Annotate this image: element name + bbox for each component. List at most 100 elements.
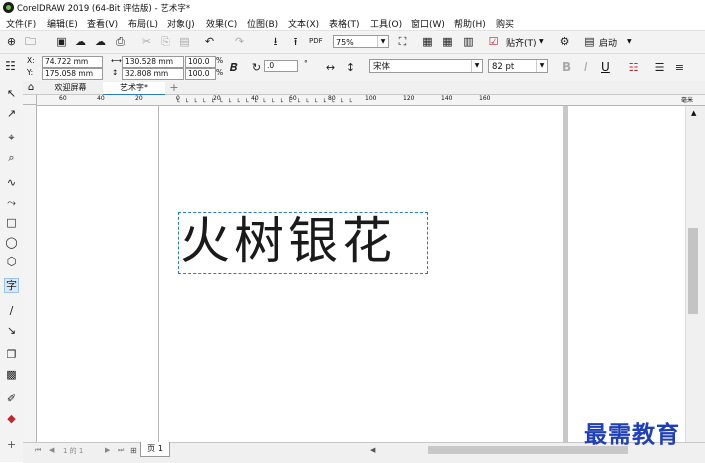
rectangle-tool-icon[interactable]: □ [4,215,19,230]
text-properties-icon[interactable]: ☷ [627,61,640,74]
menu-text[interactable]: 文本(X) [288,17,319,30]
menu-effects[interactable]: 效果(C) [206,17,237,30]
underline-button[interactable]: U [601,60,610,74]
freehand-tool-icon[interactable]: ∿ [4,175,19,190]
ruler-origin[interactable] [23,95,37,105]
transparency-tool-icon[interactable]: ▩ [4,367,19,382]
next-page-icon[interactable]: ▶ [105,446,110,454]
ruler-tick-label: 160 [479,95,491,102]
scale-y-field[interactable]: 100.0 [185,68,216,80]
vertical-ruler[interactable] [23,105,37,442]
menu-object[interactable]: 对象(J) [167,17,195,30]
parallel-dimension-tool-icon[interactable]: ∕ [4,303,19,318]
launch-chevron-down-icon[interactable]: ▼ [627,38,632,45]
save-icon[interactable]: ▣ [55,35,68,48]
zoom-level-value: 75% [336,38,354,47]
font-size-select[interactable]: 82 pt ▼ [488,59,548,73]
scroll-left-icon[interactable]: ◀ [370,446,375,454]
height-field[interactable]: 32.808 mm [122,68,184,80]
snap-to-button[interactable]: 贴齐(T) [506,36,537,49]
options-gear-icon[interactable]: ⚙ [558,35,571,48]
height-icon: ↕ [112,68,119,77]
page-tab[interactable]: 页 1 [140,442,170,457]
menu-window[interactable]: 窗口(W) [411,17,445,30]
menu-layout[interactable]: 布局(L) [128,17,158,30]
polygon-tool-icon[interactable]: ⬡ [4,254,19,269]
previous-page-icon[interactable]: ◀ [49,446,54,454]
font-family-select[interactable]: 宋体 ▼ [369,59,483,73]
object-origin-icon[interactable]: ☷ [4,60,17,73]
menu-tools[interactable]: 工具(O) [370,17,402,30]
ellipse-tool-icon[interactable]: ◯ [4,235,19,250]
show-rulers-icon[interactable]: ▦ [421,35,434,48]
export-pdf-icon[interactable]: PDF [309,35,323,48]
lock-ratio-icon[interactable]: 𝑩 [227,61,240,74]
vertical-scroll-thumb[interactable] [688,228,698,314]
tab-document[interactable]: 艺术字* [103,82,165,96]
text-tool-icon[interactable]: 字 [4,278,19,293]
chevron-down-icon[interactable]: ▼ [377,36,388,47]
launch-app-icon[interactable]: ▤ [583,35,596,48]
zoom-level-select[interactable]: 75% ▼ [333,35,389,48]
new-document-icon[interactable]: ⊕ [5,35,18,48]
menu-bitmap[interactable]: 位图(B) [247,17,278,30]
scale-x-field[interactable]: 100.0 [185,56,216,68]
full-screen-icon[interactable]: ⛶ [396,35,409,48]
crop-tool-icon[interactable]: ⌖ [4,130,19,145]
first-page-icon[interactable]: ⏮ [35,446,41,455]
italic-button[interactable]: I [584,60,588,74]
cloud-upload-icon[interactable]: ☁ [74,35,87,48]
scroll-up-icon[interactable]: ▲ [691,109,696,117]
copy-icon[interactable]: ⎘ [159,35,172,48]
home-icon[interactable]: ⌂ [24,82,38,94]
font-chevron-down-icon[interactable]: ▼ [471,60,482,72]
bold-button[interactable]: B [562,60,571,74]
tab-welcome-screen[interactable]: 欢迎屏幕 [40,82,101,94]
paste-icon[interactable]: ▤ [178,35,191,48]
menu-buy[interactable]: 购买 [496,17,514,30]
text-align-icon[interactable]: ≡ [673,61,686,74]
menu-edit[interactable]: 编辑(E) [47,17,78,30]
width-field[interactable]: 130.528 mm [122,56,184,68]
eyedropper-tool-icon[interactable]: ✐ [4,391,19,406]
interactive-fill-tool-icon[interactable]: ◆ [4,411,19,426]
last-page-icon[interactable]: ⏭ [118,446,124,455]
new-tab-button[interactable]: + [168,82,180,94]
x-position-field[interactable]: 74.722 mm [42,56,103,68]
menu-file[interactable]: 文件(F) [6,17,36,30]
mirror-horizontal-icon[interactable]: ↔ [324,61,337,74]
artistic-text[interactable]: 火树银花 [180,210,396,272]
print-icon[interactable]: ⎙ [114,35,127,48]
horizontal-ruler[interactable]: 60 40 20 0 20 40 60 80 100 120 140 160 └… [37,95,705,106]
bullet-list-icon[interactable]: ☰ [653,61,666,74]
launch-button[interactable]: 启动 [599,36,617,49]
open-folder-icon[interactable]: 🗀 [24,35,37,48]
cloud-download-icon[interactable]: ☁ [94,35,107,48]
import-icon[interactable]: ⭳ [269,35,282,48]
show-grid-icon[interactable]: ▦ [441,35,454,48]
artistic-media-tool-icon[interactable]: ⤳ [4,195,19,210]
connector-tool-icon[interactable]: ↘ [4,323,19,338]
zoom-tool-icon[interactable]: ⌕ [4,150,19,165]
menu-help[interactable]: 帮助(H) [454,17,486,30]
menu-table[interactable]: 表格(T) [329,17,360,30]
pick-tool-icon[interactable]: ↖ [4,86,19,101]
snap-chevron-down-icon[interactable]: ▼ [539,38,544,45]
show-guidelines-icon[interactable]: ▥ [462,35,475,48]
rotation-field[interactable]: .0 [264,60,298,72]
add-page-icon[interactable]: ⊞ [130,446,137,455]
undo-icon[interactable]: ↶ [203,35,216,48]
menu-bar: 文件(F) 编辑(E) 查看(V) 布局(L) 对象(J) 效果(C) 位图(B… [0,15,705,31]
drop-shadow-tool-icon[interactable]: ❐ [4,347,19,362]
menu-view[interactable]: 查看(V) [87,17,118,30]
cut-icon[interactable]: ✂ [140,35,153,48]
export-icon[interactable]: ⭱ [289,35,302,48]
y-position-field[interactable]: 175.058 mm [42,68,103,80]
add-tool-icon[interactable]: + [4,437,19,452]
snap-to-icon[interactable]: ☑ [487,35,500,48]
size-chevron-down-icon[interactable]: ▼ [536,60,547,72]
mirror-vertical-icon[interactable]: ↕ [344,61,357,74]
redo-icon[interactable]: ↷ [233,35,246,48]
shape-tool-icon[interactable]: ↗ [4,106,19,121]
drawing-canvas[interactable] [37,106,685,442]
